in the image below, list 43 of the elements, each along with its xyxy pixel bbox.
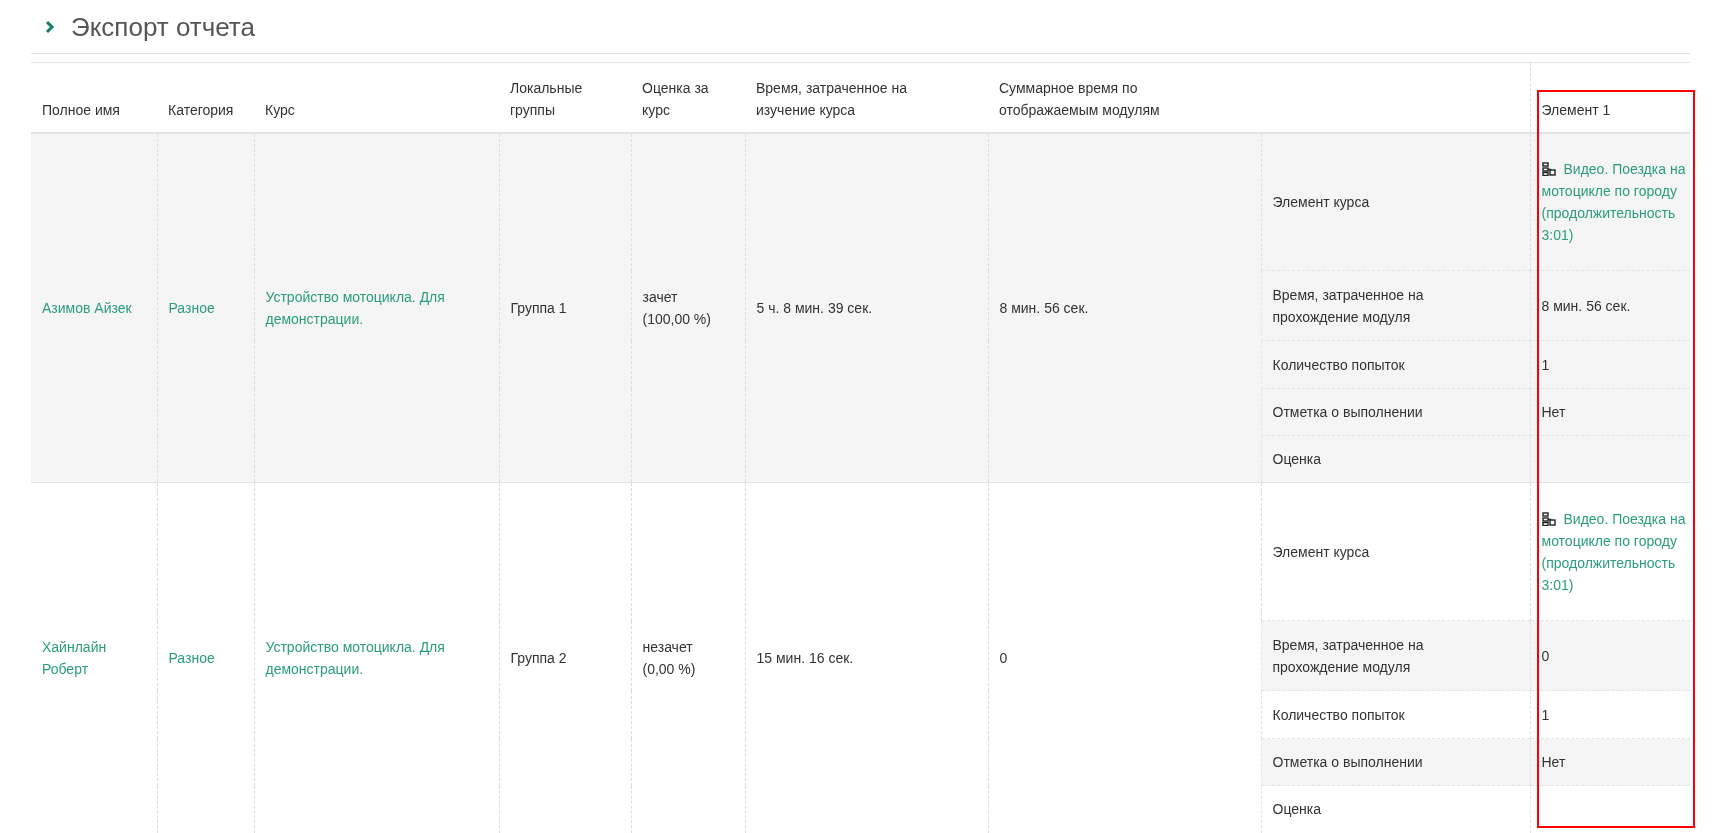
detail-label: Количество попыток xyxy=(1272,355,1406,375)
detail-value: 1 xyxy=(1541,706,1550,723)
detail-label: Количество попыток xyxy=(1272,705,1406,725)
detail-value: 1 xyxy=(1541,356,1550,373)
page-title: Экспорт отчета xyxy=(71,13,255,40)
detail-value: 8 мин. 56 сек. xyxy=(1541,297,1631,314)
category-link[interactable]: Разное xyxy=(168,296,243,319)
grade-cell-text: незачет (0,00 %) xyxy=(642,637,697,679)
column-header: Оценка за курс xyxy=(642,78,710,120)
column-header: Время, затраченное на изучение курса xyxy=(756,78,908,120)
detail-label: Оценка xyxy=(1272,450,1322,469)
column-header: Курс xyxy=(265,100,295,120)
detail-label: Элемент курса xyxy=(1272,542,1371,562)
detail-value: Нет xyxy=(1541,754,1566,770)
module-time-cell: 0 xyxy=(999,649,1008,666)
module-link[interactable]: Видео. Поездка на мотоцикле по городу (продолжительность 3:01) xyxy=(1541,507,1688,596)
chevron-icon xyxy=(45,19,55,34)
detail-value: Нет xyxy=(1541,404,1566,420)
column-header: Элемент 1 xyxy=(1541,101,1611,118)
student-name-link[interactable]: Хайнлайн Роберт xyxy=(42,635,146,680)
detail-label: Элемент курса xyxy=(1272,192,1371,212)
detail-label: Отметка о выполнении xyxy=(1272,753,1424,772)
column-header: Категория xyxy=(168,100,234,120)
group-cell: Группа 1 xyxy=(510,299,567,316)
column-header: Локальные группы xyxy=(510,78,584,120)
detail-label: Оценка xyxy=(1272,800,1322,820)
detail-value: 0 xyxy=(1541,647,1550,664)
course-link[interactable]: Устройство мотоцикла. Для демонстрации. xyxy=(265,635,488,680)
hierarchy-icon xyxy=(1541,511,1556,526)
column-header: Полное имя xyxy=(42,100,120,120)
student-name-link[interactable]: Азимов Айзек xyxy=(42,296,146,319)
course-link[interactable]: Устройство мотоцикла. Для демонстрации. xyxy=(265,285,488,330)
grade-cell-text: зачет (100,00 %) xyxy=(642,287,712,329)
category-link[interactable]: Разное xyxy=(168,646,243,669)
hierarchy-icon xyxy=(1541,161,1556,176)
group-cell: Группа 2 xyxy=(510,649,567,666)
detail-label: Время, затраченное на прохождение модуля xyxy=(1272,635,1425,677)
time-spent-cell: 15 мин. 16 сек. xyxy=(756,649,854,666)
detail-label: Время, затраченное на прохождение модуля xyxy=(1272,285,1425,327)
column-header: Суммарное время по отображаемым модулям xyxy=(999,78,1161,120)
module-time-cell: 8 мин. 56 сек. xyxy=(999,299,1089,316)
detail-label: Отметка о выполнении xyxy=(1272,403,1424,422)
time-spent-cell: 5 ч. 8 мин. 39 сек. xyxy=(756,299,873,316)
